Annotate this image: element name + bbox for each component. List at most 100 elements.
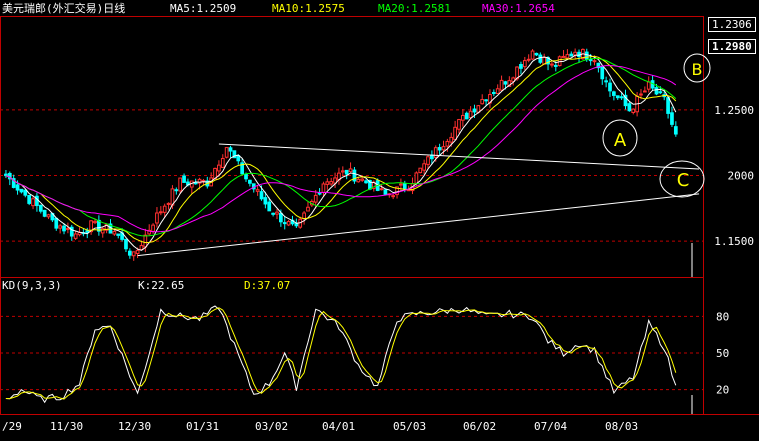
candle-bear [464, 112, 469, 120]
candle-bull [321, 183, 326, 193]
candle-bull [561, 55, 566, 58]
candle-bull [135, 249, 140, 254]
candle-bull [495, 88, 500, 94]
annotation-b-label: B [692, 60, 703, 79]
candle-bull [391, 195, 396, 198]
candle-bear [666, 97, 670, 114]
candle-bear [553, 64, 558, 67]
candle-bull [356, 178, 361, 183]
candle-bear [503, 81, 508, 85]
x-tick-label: 08/03 [605, 420, 638, 433]
x-tick-label: 06/02 [463, 420, 496, 433]
candle-bull [46, 214, 51, 218]
candle-bear [228, 147, 233, 152]
candle-bull [631, 108, 636, 113]
candle-bull [178, 177, 183, 192]
candle-bull [592, 60, 597, 63]
candle-bull [348, 168, 353, 173]
candle-bull [379, 188, 384, 191]
kd-title: KD(9,3,3) [2, 279, 62, 292]
price-tick-label: 1.1500 [714, 235, 754, 248]
candle-bull [445, 140, 450, 147]
candle-bear [263, 197, 268, 205]
candle-bull [441, 146, 446, 151]
x-tick-label: 03/02 [255, 420, 288, 433]
ma30-label: MA30:1.2654 [482, 2, 555, 15]
candle-bear [267, 201, 272, 212]
candle-bull [170, 188, 175, 206]
x-tick-label: 07/04 [534, 420, 567, 433]
candle-bear [600, 66, 605, 80]
candle-bull [158, 211, 163, 214]
candle-bear [259, 191, 264, 200]
ma5-label: MA5:1.2509 [170, 2, 237, 15]
candle-bull [217, 164, 221, 172]
candle-bull [58, 225, 63, 229]
candle-bull [139, 245, 144, 251]
x-tick-label: 01/31 [186, 420, 219, 433]
candle-bull [329, 181, 334, 185]
candle-bear [627, 103, 632, 112]
candle-bear [619, 96, 624, 99]
candle-bull [426, 156, 430, 165]
candle-bear [127, 250, 132, 256]
candle-bull [422, 163, 426, 171]
candle-bull [66, 227, 70, 230]
candle-bull [151, 224, 155, 232]
candle-bull [275, 211, 279, 215]
candle-bear [491, 91, 496, 94]
candle-bear [294, 223, 299, 227]
candle-bear [174, 189, 179, 192]
candle-bull [224, 147, 229, 158]
candle-bull [155, 212, 159, 224]
candle-bear [402, 182, 407, 190]
candle-bear [85, 230, 90, 233]
candle-bear [182, 175, 186, 183]
candle-bull [550, 63, 554, 66]
kd-tick-label: 20 [716, 384, 729, 397]
forex-chart[interactable]: A B C 1.1500 2000 1.2500 20 50 80/29 11/30 12/30 0… [0, 0, 759, 437]
candle-bull [73, 233, 78, 239]
candle-bull [131, 251, 136, 257]
candle-bear [569, 53, 574, 57]
candle-bull [639, 93, 643, 96]
candle-bull [166, 202, 171, 205]
candle-bull [646, 81, 651, 90]
x-tick-label: 04/01 [322, 420, 355, 433]
candle-bull [306, 206, 310, 212]
candle-bull [325, 181, 330, 185]
candle-bull [522, 60, 527, 68]
candle-bull [457, 119, 461, 130]
candle-bull [414, 172, 419, 184]
price-tick-label: 1.2500 [714, 104, 754, 117]
candle-bull [418, 167, 423, 174]
candle-bull [573, 51, 578, 56]
candle-bull [642, 90, 647, 93]
candle-bear [27, 194, 32, 204]
candle-bull [220, 157, 225, 168]
candle-bull [143, 234, 148, 248]
candle-bear [62, 225, 66, 232]
candle-bull [286, 220, 291, 226]
candle-bear [437, 147, 442, 151]
candle-bull [499, 79, 504, 91]
candle-bull [31, 198, 35, 207]
candle-bull [340, 170, 345, 173]
candle-bear [116, 233, 121, 236]
candle-bear [383, 189, 388, 195]
chart-stage: A B C 1.1500 2000 1.2500 20 50 80/29 11/30 12/30 0… [0, 0, 759, 437]
candle-bear [193, 182, 198, 185]
candle-bull [112, 231, 117, 235]
candle-bear [604, 80, 608, 83]
candle-bull [302, 212, 306, 220]
price-tick-label: 2000 [728, 170, 755, 183]
candle-bear [54, 217, 59, 229]
kd-k-value: K:22.65 [138, 279, 185, 292]
x-tick-label: /29 [2, 420, 22, 433]
ma20-label: MA20:1.2581 [378, 2, 451, 15]
candle-bear [584, 51, 589, 60]
x-tick-label: 12/30 [118, 420, 151, 433]
candle-bear [615, 95, 620, 99]
candle-bear [519, 64, 523, 69]
annotation-a-label: A [614, 130, 627, 151]
